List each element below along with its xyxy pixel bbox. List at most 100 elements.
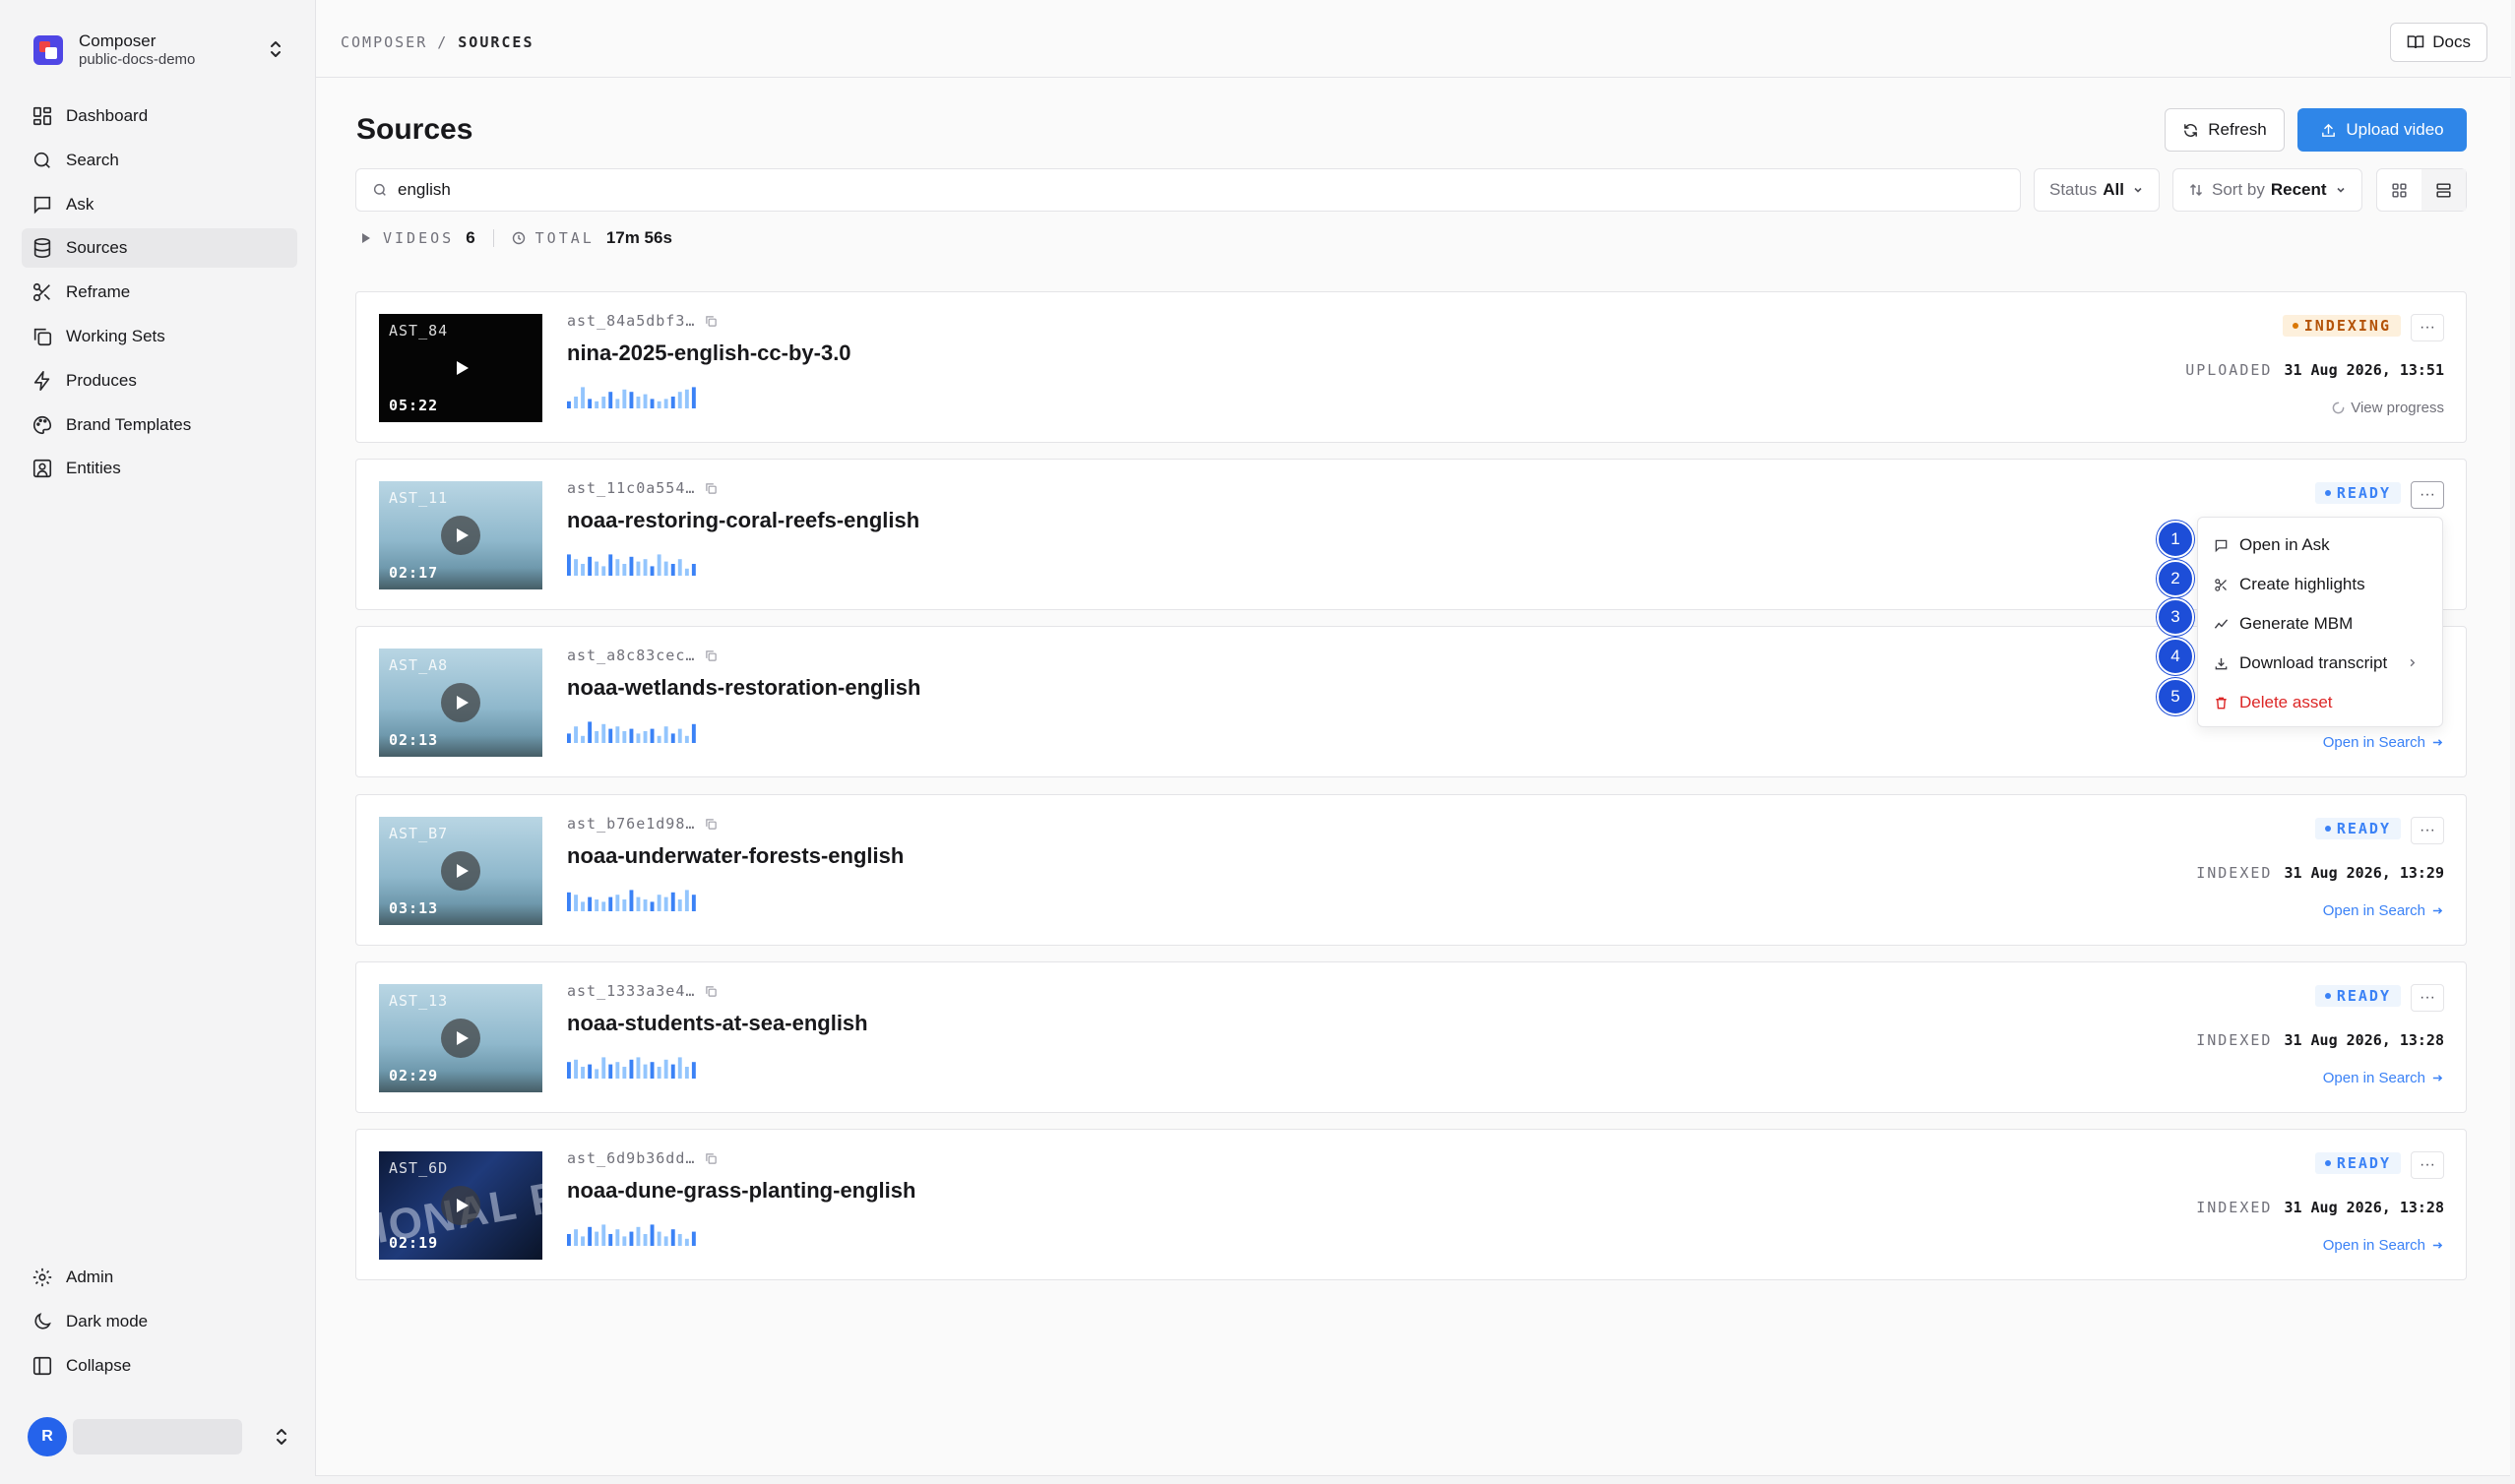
search-field[interactable]: [355, 168, 2021, 212]
asset-card[interactable]: AST_13 02:29 ast_1333a3e4… noaa-students…: [355, 961, 2467, 1113]
refresh-label: Refresh: [2208, 120, 2267, 139]
video-thumbnail[interactable]: AST_84 05:22: [379, 314, 542, 422]
thumbnail-code: AST_13: [389, 992, 449, 1010]
waveform-bar: [657, 1067, 661, 1079]
play-icon[interactable]: [441, 683, 480, 722]
video-thumbnail[interactable]: AST_11 02:17: [379, 481, 542, 589]
asset-name[interactable]: noaa-wetlands-restoration-english: [567, 675, 920, 701]
open-in-search-link[interactable]: Open in Search: [2323, 902, 2444, 919]
sidebar-item-reframe[interactable]: Reframe: [22, 273, 297, 312]
open-in-search-link[interactable]: Open in Search: [2323, 1237, 2444, 1254]
breadcrumb-root[interactable]: COMPOSER: [341, 33, 427, 51]
open-in-search-link[interactable]: Open in Search: [2323, 734, 2444, 751]
asset-card[interactable]: AST_84 05:22 ast_84a5dbf3… nina-2025-eng…: [355, 291, 2467, 443]
trend-icon: [2214, 618, 2229, 629]
chevron-down-icon: [2336, 187, 2345, 193]
asset-card[interactable]: AST_11 02:17 ast_11c0a554… noaa-restorin…: [355, 459, 2467, 610]
more-options-button[interactable]: ···: [2411, 481, 2444, 509]
menu-item-label: Delete asset: [2239, 693, 2333, 711]
sidebar-item-ask[interactable]: Ask: [22, 185, 297, 224]
video-thumbnail[interactable]: AST_13 02:29: [379, 984, 542, 1092]
asset-card[interactable]: AST_A8 02:13 ast_a8c83cec… noaa-wetlands…: [355, 626, 2467, 777]
sidebar-item-sources[interactable]: Sources: [22, 228, 297, 269]
waveform-bar: [663, 897, 668, 911]
waveform-bar: [663, 399, 668, 408]
waveform-bar: [629, 1231, 634, 1246]
waveform-bar: [595, 561, 599, 576]
status-filter-value: All: [2103, 180, 2124, 199]
waveform-bar: [643, 731, 648, 743]
asset-id-text: ast_1333a3e4…: [567, 982, 696, 1000]
video-thumbnail[interactable]: AST_A8 02:13: [379, 649, 542, 757]
user-menu[interactable]: R: [28, 1415, 293, 1458]
sidebar-item-label: Dark mode: [66, 1311, 149, 1330]
sidebar-item-search[interactable]: Search: [22, 141, 297, 180]
waveform-bar: [636, 1226, 641, 1246]
more-options-button[interactable]: ···: [2411, 984, 2444, 1012]
menu-item-delete-asset[interactable]: Delete asset: [2198, 683, 2442, 722]
waveform-bar: [670, 564, 675, 576]
copy-icon[interactable]: [705, 649, 718, 662]
asset-name[interactable]: noaa-underwater-forests-english: [567, 843, 904, 869]
status-filter[interactable]: Status All: [2034, 168, 2160, 212]
sidebar-item-dashboard[interactable]: Dashboard: [22, 96, 297, 136]
asset-name[interactable]: nina-2025-english-cc-by-3.0: [567, 340, 851, 366]
asset-card[interactable]: AST_B7 03:13 ast_b76e1d98… noaa-underwat…: [355, 794, 2467, 946]
waveform-bar: [670, 733, 675, 743]
grid-view-button[interactable]: [2377, 169, 2421, 211]
copy-icon[interactable]: [705, 315, 718, 328]
more-options-button[interactable]: ···: [2411, 1151, 2444, 1179]
sidebar-item-collapse[interactable]: Collapse: [22, 1346, 297, 1386]
menu-item-open-in-ask[interactable]: Open in Ask: [2198, 526, 2442, 565]
sidebar-item-brand-templates[interactable]: Brand Templates: [22, 405, 297, 445]
menu-item-generate-mbm[interactable]: Generate MBM: [2198, 604, 2442, 644]
thumbnail-code: AST_84: [389, 322, 449, 340]
more-options-button[interactable]: ···: [2411, 314, 2444, 341]
copy-icon[interactable]: [705, 1152, 718, 1165]
waveform-bar: [608, 1234, 613, 1246]
waveform-bar: [622, 1236, 627, 1246]
copy-icon[interactable]: [705, 818, 718, 831]
menu-item-create-highlights[interactable]: Create highlights: [2198, 565, 2442, 604]
play-icon[interactable]: [441, 348, 480, 388]
waveform-bar: [657, 895, 661, 911]
asset-name[interactable]: noaa-students-at-sea-english: [567, 1011, 868, 1036]
sort-filter[interactable]: Sort by Recent: [2172, 168, 2362, 212]
thumbnail-code: AST_11: [389, 489, 449, 507]
play-icon[interactable]: [441, 516, 480, 555]
database-icon: [33, 238, 51, 259]
waveform-bar: [622, 389, 627, 408]
play-icon[interactable]: [441, 1186, 480, 1225]
search-icon: [373, 183, 386, 196]
play-icon[interactable]: [441, 1019, 480, 1058]
docs-button[interactable]: Docs: [2390, 23, 2487, 62]
upload-video-button[interactable]: Upload video: [2297, 108, 2467, 152]
copy-icon[interactable]: [705, 482, 718, 495]
video-thumbnail[interactable]: IONAL RIUM AST_6D 02:19: [379, 1151, 542, 1260]
sidebar-item-produces[interactable]: Produces: [22, 361, 297, 401]
open-in-search-link[interactable]: Open in Search: [2323, 1070, 2444, 1086]
sidebar-item-working-sets[interactable]: Working Sets: [22, 317, 297, 356]
copy-icon[interactable]: [705, 985, 718, 998]
asset-name[interactable]: noaa-dune-grass-planting-english: [567, 1178, 915, 1204]
view-progress-link[interactable]: View progress: [2332, 400, 2444, 416]
more-options-button[interactable]: ···: [2411, 817, 2444, 844]
audio-waveform: [567, 1224, 696, 1246]
menu-item-download-transcript[interactable]: Download transcript: [2198, 644, 2442, 683]
refresh-button[interactable]: Refresh: [2165, 108, 2285, 152]
waveform-bar: [622, 731, 627, 743]
sort-icon: [2189, 183, 2203, 197]
asset-card[interactable]: IONAL RIUM AST_6D 02:19 ast_6d9b36dd… no…: [355, 1129, 2467, 1280]
sidebar-item-dark-mode[interactable]: Dark mode: [22, 1302, 297, 1341]
play-icon[interactable]: [441, 851, 480, 891]
search-input[interactable]: [398, 180, 1973, 200]
asset-id-text: ast_a8c83cec…: [567, 647, 696, 664]
waveform-bar: [643, 394, 648, 408]
workspace-switcher[interactable]: Composer public-docs-demo: [22, 22, 293, 79]
video-thumbnail[interactable]: AST_B7 03:13: [379, 817, 542, 925]
arrow-right-icon: [2432, 739, 2443, 746]
sidebar-item-admin[interactable]: Admin: [22, 1258, 297, 1297]
list-view-button[interactable]: [2421, 169, 2466, 211]
sidebar-item-entities[interactable]: Entities: [22, 449, 297, 488]
asset-name[interactable]: noaa-restoring-coral-reefs-english: [567, 508, 919, 533]
